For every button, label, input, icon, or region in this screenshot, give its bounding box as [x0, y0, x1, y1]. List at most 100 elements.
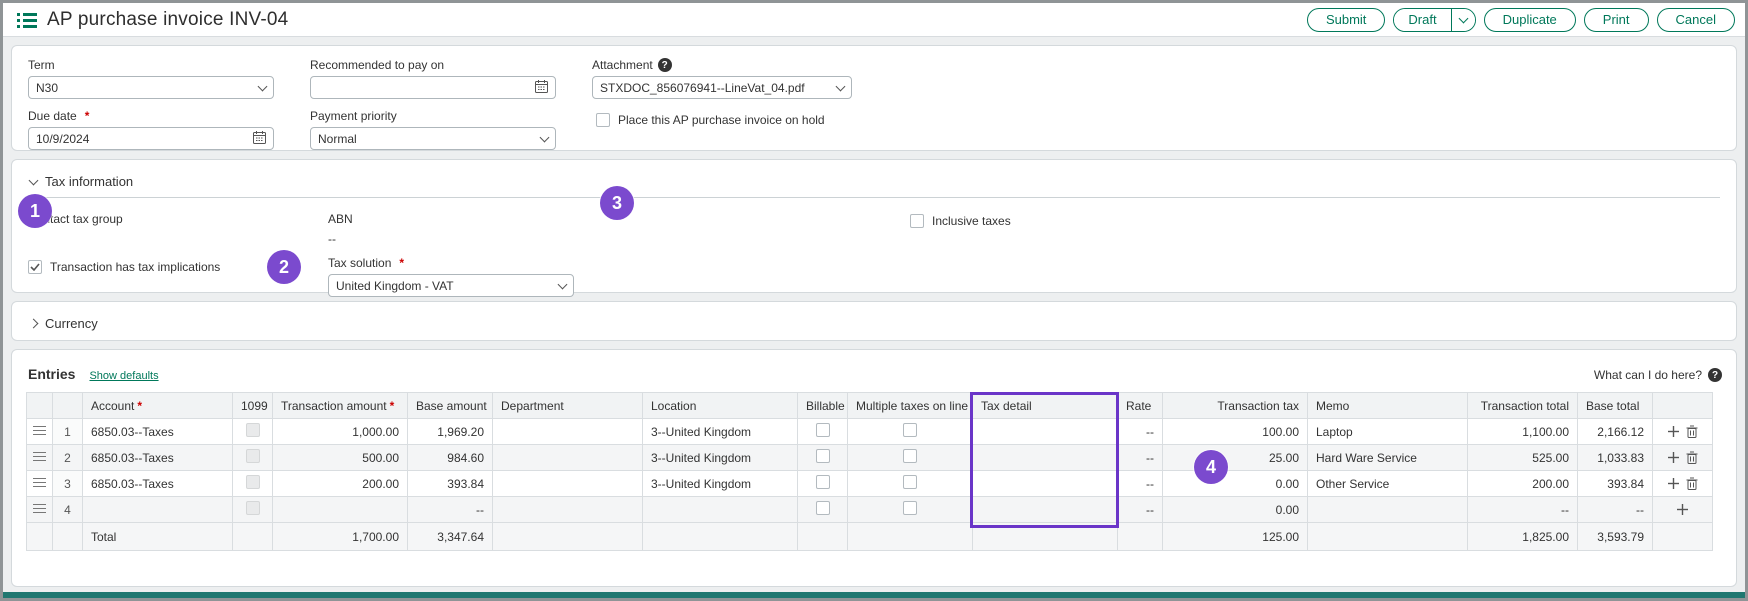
1099-cell — [233, 419, 273, 445]
entries-table: Account* 1099 Transaction amount* Base a… — [26, 392, 1713, 551]
multiple-taxes-checkbox[interactable] — [903, 475, 917, 489]
location-cell[interactable]: 3--United Kingdom — [643, 471, 798, 497]
what-can-i-do-label: What can I do here? — [1594, 368, 1702, 382]
entries-title: Entries — [28, 366, 75, 382]
attachment-select[interactable]: STXDOC_856076941--LineVat_04.pdf — [592, 76, 852, 99]
transaction-amount-cell[interactable]: 200.00 — [273, 471, 408, 497]
drag-cell[interactable] — [27, 419, 53, 445]
billable-cell — [798, 471, 848, 497]
location-cell[interactable]: 3--United Kingdom — [643, 419, 798, 445]
billable-checkbox[interactable] — [816, 501, 830, 515]
invoice-details-panel: Term N30 Due date* 10/9/2024 Recomme — [11, 45, 1737, 151]
drag-cell[interactable] — [27, 445, 53, 471]
transaction-tax-cell[interactable]: 0.00 — [1163, 471, 1308, 497]
cancel-button[interactable]: Cancel — [1657, 8, 1735, 32]
draft-button[interactable]: Draft — [1394, 9, 1450, 31]
term-select[interactable]: N30 — [28, 76, 274, 99]
add-row-icon[interactable] — [1665, 449, 1683, 467]
department-column-header: Department — [493, 393, 643, 419]
multiple-taxes-checkbox[interactable] — [903, 501, 917, 515]
row-actions-cell — [1653, 497, 1713, 523]
tax-detail-cell[interactable] — [973, 419, 1118, 445]
tax-information-header[interactable]: Tax information — [28, 170, 1720, 198]
memo-cell[interactable]: Other Service — [1308, 471, 1468, 497]
calendar-icon[interactable] — [535, 80, 548, 96]
account-cell[interactable]: 6850.03--Taxes — [83, 445, 233, 471]
account-cell[interactable]: 6850.03--Taxes — [83, 419, 233, 445]
help-icon[interactable]: ? — [1708, 368, 1722, 382]
inclusive-taxes-checkbox[interactable] — [910, 214, 924, 228]
drag-handle-icon[interactable] — [33, 501, 46, 516]
transaction-tax-cell[interactable]: 0.00 — [1163, 497, 1308, 523]
payment-priority-select[interactable]: Normal — [310, 127, 556, 150]
delete-row-icon[interactable] — [1683, 449, 1701, 467]
billable-checkbox[interactable] — [816, 423, 830, 437]
department-cell[interactable] — [493, 419, 643, 445]
delete-row-icon[interactable] — [1683, 423, 1701, 441]
department-cell[interactable] — [493, 497, 643, 523]
callout-4: 4 — [1194, 450, 1228, 484]
menu-icon[interactable] — [17, 11, 37, 29]
tax-solution-label: Tax solution* — [328, 256, 574, 270]
department-cell[interactable] — [493, 471, 643, 497]
1099-checkbox — [246, 423, 260, 437]
callout-3: 3 — [600, 186, 634, 220]
add-row-icon[interactable] — [1665, 423, 1683, 441]
currency-header[interactable]: Currency — [28, 312, 1720, 339]
memo-cell[interactable]: Laptop — [1308, 419, 1468, 445]
inclusive-taxes-label: Inclusive taxes — [932, 214, 1011, 228]
add-row-icon[interactable] — [1674, 501, 1692, 519]
tax-detail-cell[interactable] — [973, 471, 1118, 497]
chevron-down-icon — [29, 175, 39, 185]
term-value: N30 — [36, 81, 253, 95]
drag-cell[interactable] — [27, 471, 53, 497]
transaction-amount-cell[interactable] — [273, 497, 408, 523]
department-cell[interactable] — [493, 445, 643, 471]
duplicate-button[interactable]: Duplicate — [1484, 8, 1576, 32]
location-cell[interactable] — [643, 497, 798, 523]
multiple-taxes-checkbox[interactable] — [903, 449, 917, 463]
print-button[interactable]: Print — [1584, 8, 1649, 32]
location-cell[interactable]: 3--United Kingdom — [643, 445, 798, 471]
multiple-taxes-checkbox[interactable] — [903, 423, 917, 437]
transaction-amount-cell[interactable]: 500.00 — [273, 445, 408, 471]
help-icon[interactable]: ? — [658, 58, 672, 72]
recommended-pay-input[interactable] — [310, 76, 556, 99]
base-total-cell: 1,033.83 — [1578, 445, 1653, 471]
account-cell[interactable]: 6850.03--Taxes — [83, 471, 233, 497]
show-defaults-link[interactable]: Show defaults — [89, 370, 158, 382]
add-row-icon[interactable] — [1665, 475, 1683, 493]
row-number: 4 — [53, 497, 83, 523]
page-header: AP purchase invoice INV-04 Submit Draft … — [3, 3, 1745, 37]
required-marker: * — [85, 109, 90, 123]
submit-button[interactable]: Submit — [1307, 8, 1385, 32]
multiple-taxes-cell — [848, 419, 973, 445]
delete-row-icon[interactable] — [1683, 475, 1701, 493]
transaction-tax-cell[interactable]: 25.00 — [1163, 445, 1308, 471]
account-cell[interactable] — [83, 497, 233, 523]
billable-checkbox[interactable] — [816, 475, 830, 489]
due-date-input[interactable]: 10/9/2024 — [28, 127, 274, 150]
tax-information-panel: Tax information Contact tax group Transa… — [11, 159, 1737, 293]
base-total-cell: -- — [1578, 497, 1653, 523]
drag-handle-icon[interactable] — [33, 423, 46, 438]
row-actions-cell — [1653, 445, 1713, 471]
tax-detail-cell[interactable] — [973, 497, 1118, 523]
transaction-amount-cell[interactable]: 1,000.00 — [273, 419, 408, 445]
draft-dropdown-button[interactable] — [1451, 9, 1475, 31]
drag-cell[interactable] — [27, 497, 53, 523]
memo-cell[interactable]: Hard Ware Service — [1308, 445, 1468, 471]
memo-cell[interactable] — [1308, 497, 1468, 523]
tax-solution-select[interactable]: United Kingdom - VAT — [328, 274, 574, 297]
memo-column-header: Memo — [1308, 393, 1468, 419]
tax-detail-cell[interactable] — [973, 445, 1118, 471]
hold-checkbox[interactable] — [596, 113, 610, 127]
transaction-tax-cell[interactable]: 100.00 — [1163, 419, 1308, 445]
location-column-header: Location — [643, 393, 798, 419]
drag-handle-icon[interactable] — [33, 449, 46, 464]
calendar-icon[interactable] — [253, 131, 266, 147]
drag-handle-icon[interactable] — [33, 475, 46, 490]
rate-cell: -- — [1118, 445, 1163, 471]
tax-implications-checkbox[interactable] — [28, 260, 42, 274]
billable-checkbox[interactable] — [816, 449, 830, 463]
